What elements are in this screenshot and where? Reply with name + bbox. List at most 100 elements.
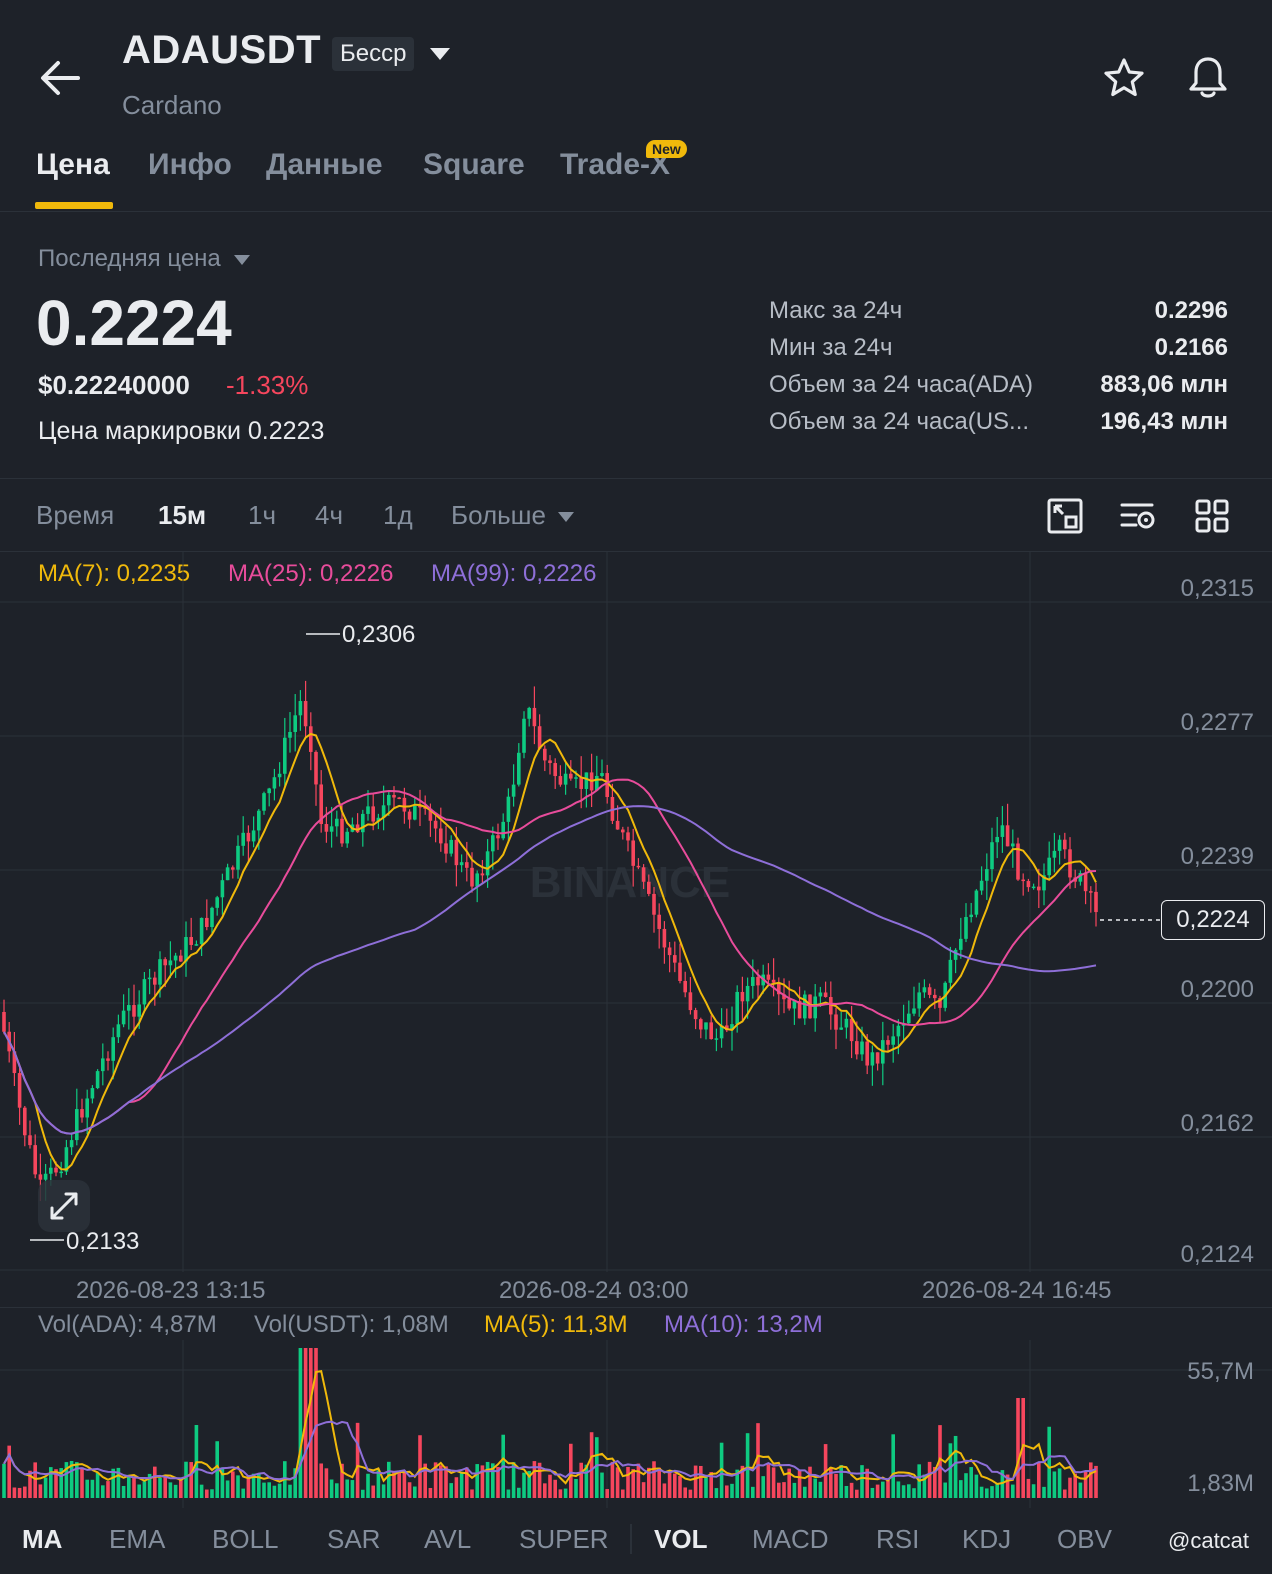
candle-body — [506, 796, 511, 822]
candle-body — [766, 974, 771, 980]
candle-body — [543, 748, 547, 761]
favorite-star-icon[interactable] — [1102, 56, 1146, 100]
candle-body — [49, 1167, 53, 1174]
candle-body — [116, 1024, 121, 1038]
indicator-avl[interactable]: AVL — [424, 1524, 471, 1555]
volume-bar — [1011, 1484, 1015, 1498]
timeframe-4h[interactable]: 4ч — [315, 500, 343, 531]
volume-bar — [309, 1348, 313, 1498]
volume-bar — [158, 1477, 162, 1498]
candle-body — [1011, 843, 1015, 847]
volume-bar — [912, 1488, 916, 1498]
price-type-selector[interactable]: Последняя цена — [38, 245, 251, 273]
candle-body — [699, 1019, 703, 1030]
candle-body — [569, 773, 573, 779]
candlestick-chart[interactable]: BINANCE 0,2306 0,2133 — [0, 552, 1272, 1272]
volume-bar — [558, 1489, 563, 1498]
indicator-ma[interactable]: MA — [22, 1524, 62, 1555]
candle-body — [277, 773, 282, 778]
back-arrow-icon[interactable] — [38, 58, 82, 98]
pair-dropdown-icon[interactable] — [428, 46, 452, 62]
candle-body — [849, 1018, 854, 1042]
pair-title[interactable]: ADAUSDT — [122, 28, 321, 73]
indicator-super[interactable]: SUPER — [519, 1524, 609, 1555]
candle-body — [803, 994, 807, 1019]
volume-bar — [953, 1435, 958, 1498]
timeframe-1d[interactable]: 1д — [383, 500, 413, 531]
volume-bar — [792, 1482, 797, 1498]
stat-vol-ada-value: 883,06 млн — [1100, 371, 1228, 398]
alert-bell-icon[interactable] — [1186, 54, 1230, 100]
volume-bar — [927, 1461, 932, 1498]
last-price: 0.2224 — [36, 287, 232, 359]
volume-bar — [106, 1481, 110, 1498]
x-tick: 2026-08-24 03:00 — [499, 1277, 689, 1304]
volume-bar — [777, 1482, 781, 1498]
candle-body — [17, 1073, 22, 1108]
volume-bar — [1057, 1468, 1062, 1498]
timeframe-time[interactable]: Время — [36, 500, 114, 531]
volume-bar — [1042, 1486, 1046, 1498]
candle-body — [990, 842, 994, 870]
stat-low-value: 0.2166 — [1154, 334, 1228, 361]
volume-bar — [329, 1479, 334, 1498]
candle-body — [137, 1004, 141, 1017]
timeframe-more[interactable]: Больше — [451, 500, 575, 531]
candle-body — [75, 1109, 79, 1141]
expand-chart-button[interactable] — [38, 1180, 90, 1232]
volume-bar — [839, 1465, 843, 1498]
layout-grid-icon[interactable] — [1192, 496, 1232, 536]
volume-bar — [1083, 1470, 1088, 1498]
indicator-kdj[interactable]: KDJ — [962, 1524, 1011, 1555]
volume-bar — [205, 1489, 209, 1498]
indicator-macd[interactable]: MACD — [752, 1524, 829, 1555]
indicator-boll[interactable]: BOLL — [212, 1524, 279, 1555]
volume-chart[interactable] — [0, 1340, 1272, 1508]
volume-bar — [413, 1486, 417, 1498]
stat-high-value: 0.2296 — [1154, 297, 1228, 324]
fullscreen-chart-icon[interactable] — [1045, 496, 1085, 536]
volume-bar — [85, 1479, 89, 1498]
candle-body — [1063, 839, 1067, 850]
tab-info[interactable]: Инфо — [148, 148, 232, 182]
volume-bar — [506, 1489, 511, 1498]
candle-body — [449, 839, 453, 854]
vol-ma5-legend: MA(5): 11,3M — [484, 1311, 628, 1338]
candle-body — [121, 1010, 126, 1025]
candle-body — [745, 985, 750, 1002]
indicator-obv[interactable]: OBV — [1057, 1524, 1112, 1555]
candle-body — [823, 992, 828, 998]
ma-line — [3, 778, 1097, 1135]
indicator-vol[interactable]: VOL — [654, 1524, 707, 1555]
chart-settings-icon[interactable] — [1118, 496, 1158, 536]
timeframe-15m[interactable]: 15м — [158, 500, 206, 531]
candle-body — [626, 832, 630, 841]
indicator-sar[interactable]: SAR — [327, 1524, 380, 1555]
indicator-ema[interactable]: EMA — [109, 1524, 165, 1555]
candle-body — [340, 818, 344, 844]
volume-bar — [184, 1461, 188, 1498]
candle-body — [251, 830, 256, 842]
moving-average-lines — [3, 732, 1097, 1171]
timeframe-1h[interactable]: 1ч — [248, 500, 276, 531]
tab-price[interactable]: Цена — [36, 148, 110, 182]
candle-body — [1037, 886, 1041, 891]
volume-bar — [844, 1485, 849, 1498]
candle-body — [267, 788, 271, 794]
candle-body — [927, 987, 932, 995]
candle-body — [964, 917, 968, 939]
tab-square[interactable]: Square — [423, 148, 525, 182]
candle-body — [127, 1005, 131, 1011]
volume-bar — [652, 1461, 656, 1498]
tab-data[interactable]: Данные — [266, 148, 383, 182]
volume-bar — [574, 1478, 578, 1498]
volume-bar — [875, 1484, 880, 1498]
volume-bar — [418, 1435, 422, 1498]
volume-bar — [600, 1472, 604, 1498]
volume-bar — [153, 1466, 157, 1498]
candle-body — [459, 862, 464, 866]
candle-body — [387, 794, 391, 806]
volume-bar — [324, 1468, 329, 1498]
indicator-rsi[interactable]: RSI — [876, 1524, 919, 1555]
volume-bar — [641, 1482, 646, 1498]
